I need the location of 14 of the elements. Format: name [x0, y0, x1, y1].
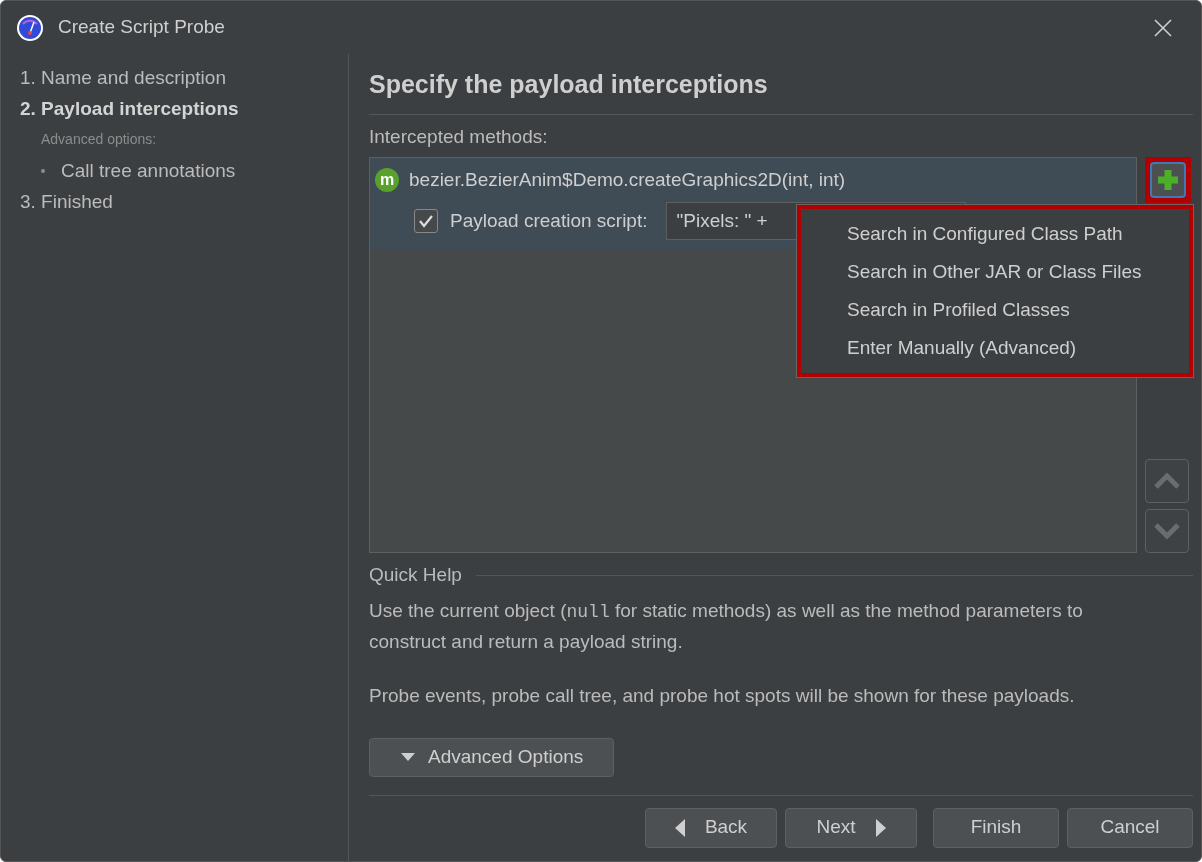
list-label: Intercepted methods:	[369, 124, 549, 149]
wizard-step: 2. Payload interceptions	[20, 93, 348, 124]
checkbox-label: Payload creation script:	[450, 208, 648, 233]
section-title: Quick Help	[369, 563, 462, 587]
wizard-step: 3. Finished	[20, 186, 348, 217]
wizard-step: 1. Name and description	[20, 62, 348, 93]
page-heading: Specify the payload interceptions	[369, 54, 1193, 115]
wizard-step: Call tree annotations	[61, 155, 236, 186]
wizard-subheading: Advanced options:	[40, 130, 158, 149]
method-icon: m	[375, 168, 399, 192]
method-name: bezier.BezierAnim$Demo.createGraphics2D(int, int)	[409, 167, 846, 192]
window-title: Create Script Probe	[58, 15, 225, 40]
help-text: Probe events, probe call tree, and probe hot spots will be shown for these payloads.	[369, 683, 1076, 708]
help-text: Use the current object (null for static methods) as well as the method parameters to construct and return a payload string.	[369, 598, 1084, 654]
